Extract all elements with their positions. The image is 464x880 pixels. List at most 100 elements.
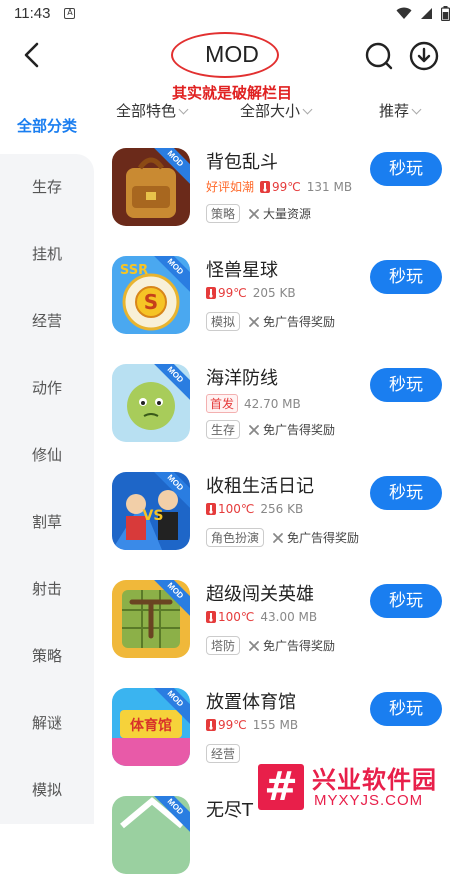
game-icon-rent-life: VS MOD [112,472,190,550]
feature-text: 免广告得奖励 [263,639,336,653]
wrench-icon [249,640,259,651]
icon-text-vs: VS [143,508,164,524]
status-time: 11:43 [14,4,51,22]
feature-text: 大量资源 [263,207,312,221]
game-name: 海洋防线 [206,368,278,389]
heat-text: 99℃ [218,718,247,732]
header: MOD [0,26,464,88]
sidebar-item-survival[interactable]: 生存 [0,176,94,197]
filter-size-label: 全部大小 [240,102,301,120]
sidebar-item-strategy[interactable]: 策略 [0,645,94,666]
genre-tag: 经营 [206,744,241,763]
game-tags: 角色扮演 免广告得奖励 [206,528,359,547]
sidebar-item-idle[interactable]: 挂机 [0,243,94,264]
game-meta: 99℃ 205 KB [206,286,296,300]
play-button[interactable]: 秒玩 [370,260,442,294]
sidebar-item-cultivation[interactable]: 修仙 [0,444,94,465]
game-list-item[interactable]: VS MOD 收租生活日记 100℃ 256 KB 角色扮演 免广告得奖励 秒玩 [112,472,452,556]
game-size: 131 MB [306,179,353,194]
wrench-icon [249,424,259,435]
heat-text: 100℃ [218,502,255,516]
sidebar-item-action[interactable]: 动作 [0,377,94,398]
thermometer-icon [260,180,271,193]
sidebar-list: 生存 挂机 经营 动作 修仙 割草 射击 策略 解谜 模拟 [0,154,94,824]
chevron-down-icon [411,104,422,115]
play-button[interactable]: 秒玩 [370,476,442,510]
heat-value: 100℃ [206,610,254,624]
rating-badge: 好评如潮 [206,180,255,194]
sidebar-item-business[interactable]: 经营 [0,310,94,331]
game-tags: 策略 大量资源 [206,204,311,223]
watermark-url: MYXYJS.COM [314,792,424,809]
game-meta: 100℃ 256 KB [206,502,303,516]
sidebar-item-mowing[interactable]: 割草 [0,511,94,532]
genre-tag: 生存 [206,420,241,439]
game-icon-monster-planet: S SSR MOD [112,256,190,334]
watermark-brand: 兴业软件园 [312,766,437,794]
play-button[interactable]: 秒玩 [370,368,442,402]
filter-bar: 全部特色 全部大小 推荐 [94,96,464,126]
game-meta: 首发 42.70 MB [206,394,301,413]
mod-feature: 免广告得奖励 [272,529,359,546]
thermometer-icon [206,611,216,623]
game-name: 放置体育馆 [206,692,296,713]
watermark-logo-icon: # [258,764,304,810]
genre-tag: 塔防 [206,636,241,655]
filter-feature[interactable]: 全部特色 [116,100,189,121]
play-button[interactable]: 秒玩 [370,692,442,726]
wrench-icon [273,532,283,543]
game-list-item[interactable]: MOD 背包乱斗 好评如潮 99℃ 131 MB 策略 大量资源 秒玩 [112,148,452,232]
wrench-icon [249,316,259,327]
search-icon[interactable] [363,40,395,72]
heat-text: 100℃ [218,610,255,624]
game-size: 205 KB [252,286,296,300]
mod-feature: 免广告得奖励 [248,637,335,654]
game-meta: 99℃ 155 MB [206,718,298,732]
sidebar-item-puzzle[interactable]: 解谜 [0,712,94,733]
game-name: 收租生活日记 [206,476,314,497]
filter-size[interactable]: 全部大小 [240,100,313,121]
thermometer-icon [206,287,216,299]
filter-sort[interactable]: 推荐 [379,100,422,121]
feature-text: 免广告得奖励 [263,315,336,329]
sidebar-item-shooting[interactable]: 射击 [0,578,94,599]
icon-letter-s: S [144,290,158,314]
battery-icon [441,5,450,21]
feature-text: 免广告得奖励 [287,531,360,545]
wrench-icon [249,208,259,219]
game-tags: 经营 [206,744,241,763]
game-tags: 模拟 免广告得奖励 [206,312,335,331]
sidebar-item-all[interactable]: 全部分类 [0,98,94,154]
notification-icon: A [64,7,76,19]
genre-tag: 模拟 [206,312,241,331]
icon-text-ssr: SSR [120,263,148,278]
genre-tag: 策略 [206,204,241,223]
heat-value: 100℃ [206,502,254,516]
site-watermark: # 兴业软件园 MYXYJS.COM [258,760,454,818]
game-name: 怪兽星球 [206,260,278,281]
chevron-down-icon [178,104,189,115]
game-list-item[interactable]: MOD 海洋防线 首发 42.70 MB 生存 免广告得奖励 秒玩 [112,364,452,448]
game-size: 155 MB [252,718,299,732]
game-icon-gym: 体育馆 MOD [112,688,190,766]
thermometer-icon [206,719,216,731]
game-size: 43.00 MB [260,610,318,624]
game-icon-ocean-defense: MOD [112,364,190,442]
heat-text: 99℃ [218,286,247,300]
play-button[interactable]: 秒玩 [370,584,442,618]
sidebar-item-simulation[interactable]: 模拟 [0,779,94,800]
play-button[interactable]: 秒玩 [370,152,442,186]
filter-sort-label: 推荐 [379,102,410,120]
filter-feature-label: 全部特色 [116,102,177,120]
game-name: 无尽T [206,800,253,821]
game-name: 超级闯关英雄 [206,584,314,605]
game-tags: 塔防 免广告得奖励 [206,636,335,655]
game-list-item[interactable]: S SSR MOD 怪兽星球 99℃ 205 KB 模拟 免广告得奖励 秒玩 [112,256,452,340]
game-list-item[interactable]: MOD 超级闯关英雄 100℃ 43.00 MB 塔防 免广告得奖励 秒玩 [112,580,452,664]
heat-value: 99℃ [206,286,247,300]
genre-tag: 角色扮演 [206,528,265,547]
game-meta: 100℃ 43.00 MB [206,610,317,624]
signal-icon [421,7,432,19]
first-release-badge: 首发 [206,394,239,413]
download-icon[interactable] [408,40,440,72]
